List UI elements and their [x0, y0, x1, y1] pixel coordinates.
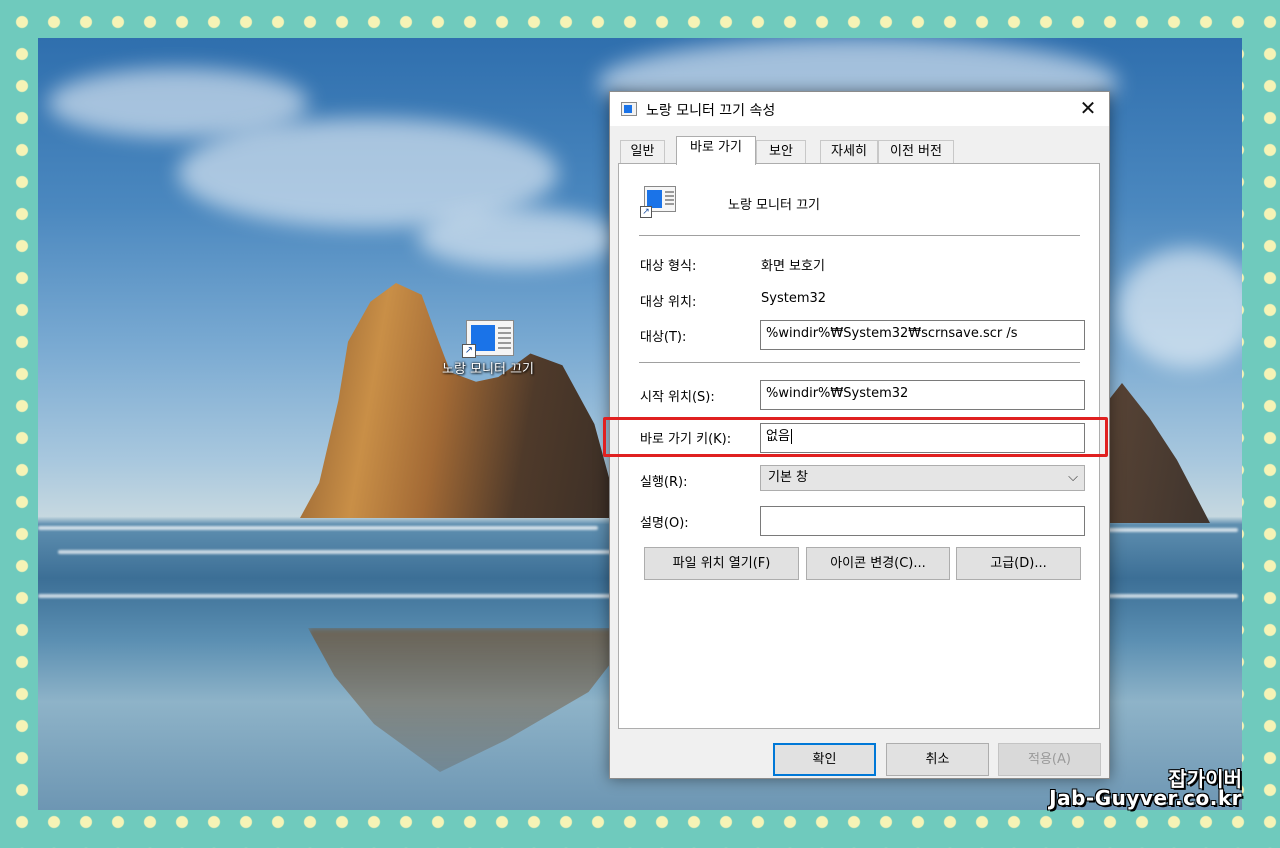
monitor-icon: ↗: [462, 318, 514, 358]
cloud: [1118, 248, 1242, 368]
shortcut-arrow-icon: ↗: [462, 344, 476, 358]
ok-button[interactable]: 확인: [773, 743, 876, 776]
cancel-button[interactable]: 취소: [886, 743, 989, 776]
shortcut-arrow-icon: ↗: [640, 206, 652, 218]
desktop-shortcut[interactable]: ↗ 노랑 모니터 끄기: [440, 318, 536, 378]
divider: [639, 235, 1080, 236]
wave: [38, 526, 598, 530]
tab-security[interactable]: 보안: [756, 140, 806, 164]
desktop-shortcut-label: 노랑 모니터 끄기: [442, 362, 534, 377]
comment-label: 설명(O):: [640, 516, 689, 531]
tab-general[interactable]: 일반: [620, 140, 665, 164]
wave: [58, 550, 658, 554]
apply-button[interactable]: 적용(A): [998, 743, 1101, 776]
start-in-input[interactable]: %windir%₩System32: [760, 380, 1085, 410]
dialog-title: 노랑 모니터 끄기 속성: [646, 103, 776, 119]
monitor-icon: [621, 102, 637, 116]
tab-previous-versions[interactable]: 이전 버전: [878, 140, 954, 164]
watermark-domain: Jab-Guyver.co.kr: [1049, 786, 1242, 810]
wave: [1108, 528, 1238, 532]
close-icon: ✕: [1079, 96, 1097, 120]
sea-rock-right: [1100, 383, 1210, 523]
open-file-location-button[interactable]: 파일 위치 열기(F): [644, 547, 799, 580]
target-label: 대상(T):: [640, 330, 687, 345]
highlight-box: [603, 417, 1108, 457]
run-select-value: 기본 창: [768, 470, 809, 485]
target-type-value: 화면 보호기: [761, 259, 825, 274]
tab-details[interactable]: 자세히: [820, 140, 878, 164]
comment-input[interactable]: [760, 506, 1085, 536]
title-bar[interactable]: 노랑 모니터 끄기 속성 ✕: [610, 92, 1109, 126]
target-location-value: System32: [761, 291, 827, 306]
wave: [38, 594, 618, 598]
advanced-button[interactable]: 고급(D)...: [956, 547, 1081, 580]
wave: [1108, 594, 1238, 598]
cloud: [418, 208, 618, 268]
run-select[interactable]: 기본 창 ⌵: [760, 465, 1085, 491]
target-input[interactable]: %windir%₩System32₩scrnsave.scr /s: [760, 320, 1085, 350]
tab-shortcut[interactable]: 바로 가기: [676, 136, 756, 165]
chevron-down-icon: ⌵: [1068, 470, 1078, 485]
target-type-label: 대상 형식:: [640, 259, 697, 274]
start-in-label: 시작 위치(S):: [640, 390, 715, 405]
change-icon-button[interactable]: 아이콘 변경(C)...: [806, 547, 950, 580]
rock-reflection: [308, 628, 638, 772]
divider: [639, 362, 1080, 363]
target-location-label: 대상 위치:: [640, 295, 697, 310]
shortcut-name: 노랑 모니터 끄기: [728, 198, 820, 213]
close-button[interactable]: ✕: [1073, 94, 1103, 124]
monitor-icon: ↗: [640, 186, 676, 220]
run-label: 실행(R):: [640, 475, 688, 490]
